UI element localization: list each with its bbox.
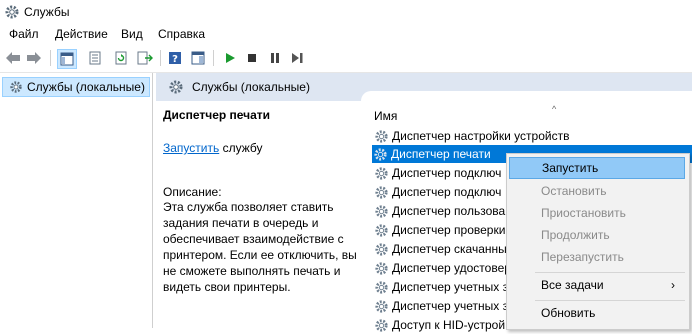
menu-file[interactable]: Файл — [9, 27, 39, 41]
stop-icon[interactable] — [243, 49, 261, 67]
menu-help[interactable]: Справка — [158, 27, 205, 41]
title-bar: Службы — [0, 0, 692, 24]
action-pane-icon[interactable] — [189, 49, 207, 67]
gear-icon — [9, 80, 23, 94]
context-menu-separator — [535, 272, 685, 273]
service-detail: Диспетчер печати Запустить службу Описан… — [163, 108, 359, 294]
menu-action[interactable]: Действие — [55, 27, 108, 41]
context-menu-stop[interactable]: Остановить — [509, 180, 685, 202]
table-row[interactable]: Диспетчер учетных з — [373, 297, 508, 315]
window-title: Службы — [24, 5, 70, 19]
toolbar-separator — [213, 50, 214, 66]
forward-arrow-icon[interactable] — [25, 49, 43, 67]
context-menu-resume[interactable]: Продолжить — [509, 224, 685, 246]
table-row[interactable]: Диспетчер удостовер — [373, 259, 511, 277]
pane-header-curve — [361, 91, 692, 103]
toolbar-separator — [160, 50, 161, 66]
row-label: Диспетчер пользова — [392, 204, 506, 218]
table-row[interactable]: Диспетчер подключ — [373, 164, 501, 182]
properties-icon[interactable] — [86, 49, 104, 67]
sort-indicator: ^ — [552, 104, 557, 114]
submenu-arrow-icon: › — [671, 278, 675, 292]
context-menu-restart[interactable]: Перезапустить — [509, 246, 685, 268]
menu-bar: Файл Действие Вид Справка — [0, 24, 692, 44]
console-tree-icon[interactable] — [57, 49, 77, 69]
table-row[interactable]: Диспетчер пользова — [373, 202, 505, 220]
row-label: Диспетчер учетных з — [392, 280, 509, 294]
context-menu: Запустить Остановить Приостановить Продо… — [506, 153, 690, 330]
description-text: Эта служба позволяет ставить задания печ… — [163, 200, 357, 294]
svg-text:?: ? — [172, 54, 178, 65]
gear-icon — [373, 203, 389, 219]
column-header-name[interactable]: Имя — [374, 109, 397, 123]
service-name: Диспетчер печати — [163, 108, 271, 122]
description-label: Описание: — [163, 185, 222, 199]
toolbar: ? — [0, 44, 692, 73]
tree-item-label: Службы (локальные) — [27, 80, 145, 94]
row-label: Диспетчер удостовер — [392, 261, 511, 275]
table-row[interactable]: Диспетчер учетных з — [373, 278, 508, 296]
context-menu-start[interactable]: Запустить — [509, 157, 685, 179]
context-menu-all-tasks-label: Все задачи — [541, 278, 604, 292]
table-row[interactable]: Диспетчер проверки — [373, 221, 505, 239]
restart-icon[interactable] — [288, 49, 306, 67]
table-row[interactable]: Диспетчер скачанны — [373, 240, 507, 258]
pane-title: Службы (локальные) — [192, 80, 310, 94]
start-line: Запустить службу — [163, 141, 262, 155]
pause-icon[interactable] — [266, 49, 284, 67]
start-suffix: службу — [219, 141, 263, 155]
gear-icon — [372, 146, 388, 162]
gear-icon — [373, 279, 389, 295]
help-icon[interactable]: ? — [166, 49, 184, 67]
gear-icon — [168, 79, 184, 98]
row-label: Доступ к HID-устрой — [392, 318, 506, 332]
table-row[interactable]: Диспетчер настройки устройств — [373, 127, 569, 145]
row-label: Диспетчер подключ — [392, 166, 502, 180]
toolbar-separator — [50, 50, 51, 66]
gear-icon — [373, 298, 389, 314]
refresh-icon[interactable] — [112, 49, 130, 67]
row-label: Диспетчер скачанны — [392, 242, 507, 256]
gear-icon — [373, 260, 389, 276]
gear-icon — [373, 241, 389, 257]
console-tree: Службы (локальные) — [0, 73, 153, 328]
gear-icon — [373, 222, 389, 238]
gear-icon — [4, 4, 20, 23]
export-list-icon[interactable] — [136, 49, 154, 67]
context-menu-pause[interactable]: Приостановить — [509, 202, 685, 224]
gear-icon — [373, 165, 389, 181]
row-label: Диспетчер проверки — [392, 223, 506, 237]
table-row[interactable]: Диспетчер подключ — [373, 183, 501, 201]
row-label: Диспетчер подключ — [392, 185, 502, 199]
context-menu-all-tasks[interactable]: Все задачи › — [509, 274, 685, 296]
table-row[interactable]: Доступ к HID-устрой — [373, 316, 505, 334]
gear-icon — [373, 128, 389, 144]
row-label: Диспетчер учетных з — [392, 299, 509, 313]
row-label: Диспетчер настройки устройств — [392, 129, 570, 143]
play-icon[interactable] — [221, 49, 239, 67]
row-label: Диспетчер печати — [391, 147, 491, 161]
back-arrow-icon[interactable] — [4, 49, 22, 67]
context-menu-separator — [535, 300, 685, 301]
start-service-link[interactable]: Запустить — [163, 141, 219, 155]
menu-view[interactable]: Вид — [121, 27, 143, 41]
gear-icon — [373, 317, 389, 333]
gear-icon — [373, 184, 389, 200]
tree-item-services-local[interactable]: Службы (локальные) — [2, 77, 150, 97]
context-menu-refresh[interactable]: Обновить — [509, 302, 685, 324]
